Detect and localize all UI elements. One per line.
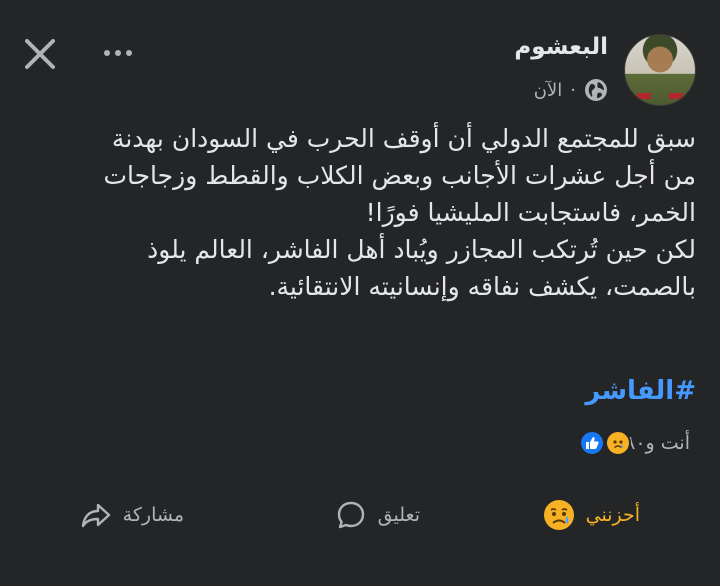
comment-icon bbox=[334, 498, 368, 532]
post-line: من أجل عشرات الأجانب وبعض الكلاب والقطط … bbox=[103, 161, 696, 190]
post-line: لكن حين تُرتكب المجازر ويُباد أهل الفاشر… bbox=[147, 235, 696, 264]
avatar-detail bbox=[669, 93, 683, 99]
reaction-count[interactable]: أنت و٨٠ bbox=[625, 432, 690, 454]
react-button[interactable]: أحزنني bbox=[542, 498, 640, 532]
sad-reaction-icon bbox=[542, 498, 576, 532]
close-icon[interactable] bbox=[20, 34, 60, 74]
share-icon bbox=[79, 498, 113, 532]
share-label: مشاركة bbox=[122, 504, 184, 526]
post-body: سبق للمجتمع الدولي أن أوقف الحرب في السو… bbox=[24, 120, 696, 305]
reaction-summary[interactable]: أنت و٨٠ bbox=[579, 430, 698, 456]
share-button[interactable]: مشاركة bbox=[79, 498, 184, 532]
post-line: سبق للمجتمع الدولي أن أوقف الحرب في السو… bbox=[111, 124, 696, 153]
globe-icon[interactable] bbox=[584, 78, 608, 102]
like-icon bbox=[579, 430, 606, 456]
meta-separator: · bbox=[570, 79, 576, 101]
post-meta: الآن · bbox=[534, 78, 608, 102]
post-card: البعشوم الآن · سبق للمجتمع الدولي أن أوق… bbox=[0, 0, 720, 586]
post-line: بالصمت، يكشف نفاقه وإنسانيته الانتقائية. bbox=[268, 272, 696, 301]
post-header: البعشوم الآن · bbox=[0, 28, 720, 118]
hashtag-link[interactable]: #الفاشر bbox=[585, 376, 696, 406]
post-line: الخمر، فاستجابت المليشيا فورًا! bbox=[365, 198, 696, 227]
react-label: أحزنني bbox=[585, 504, 640, 526]
avatar[interactable] bbox=[624, 34, 696, 106]
sad-icon bbox=[605, 430, 632, 456]
comment-label: تعليق bbox=[377, 504, 420, 526]
more-options-icon[interactable] bbox=[96, 38, 140, 68]
author-name[interactable]: البعشوم bbox=[514, 34, 608, 60]
avatar-detail bbox=[637, 93, 651, 99]
post-time[interactable]: الآن bbox=[534, 80, 563, 101]
comment-button[interactable]: تعليق bbox=[334, 498, 420, 532]
action-bar: أحزنني تعليق مشاركة bbox=[0, 490, 720, 550]
